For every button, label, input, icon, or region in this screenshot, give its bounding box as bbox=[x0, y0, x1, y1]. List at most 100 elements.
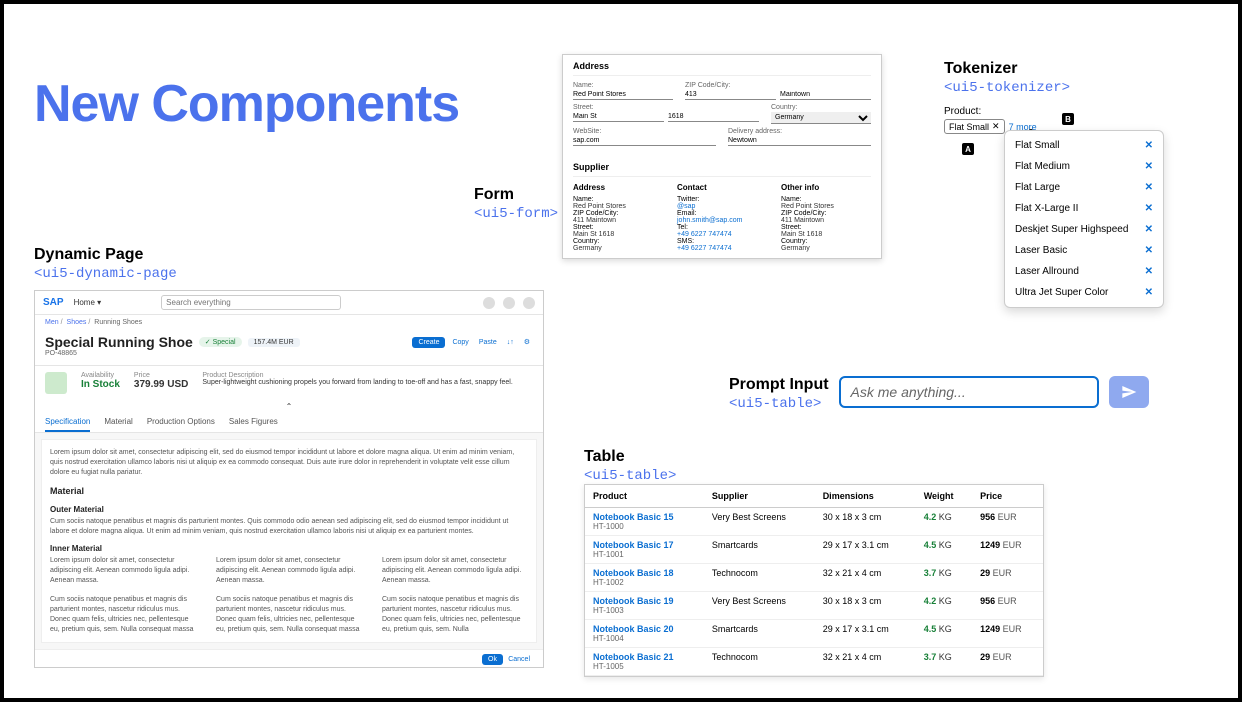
product-name[interactable]: Notebook Basic 17 bbox=[593, 540, 696, 550]
close-icon[interactable]: ✕ bbox=[1145, 287, 1153, 298]
popover-item[interactable]: Flat Small✕ bbox=[1005, 135, 1163, 156]
street-input[interactable] bbox=[573, 112, 664, 122]
home-menu[interactable]: Home ▾ bbox=[74, 298, 102, 307]
copy-button[interactable]: Copy bbox=[449, 337, 471, 348]
price-cell: 956 EUR bbox=[980, 512, 1017, 522]
tel-value[interactable]: +49 6227 747474 bbox=[677, 231, 767, 238]
close-icon[interactable]: ✕ bbox=[1145, 182, 1153, 193]
share-icon[interactable]: ↓↑ bbox=[504, 337, 517, 348]
cancel-button[interactable]: Cancel bbox=[505, 654, 533, 665]
supplier-cell: Technocom bbox=[704, 648, 815, 676]
close-icon[interactable]: ✕ bbox=[1145, 266, 1153, 277]
sap-logo: SAP bbox=[43, 297, 64, 308]
weight-cell: 4.2 KG bbox=[924, 512, 952, 522]
tokenizer-tag: <ui5-tokenizer> bbox=[944, 80, 1070, 96]
popover-item-label: Laser Basic bbox=[1015, 245, 1067, 256]
dimensions-cell: 32 x 21 x 4 cm bbox=[815, 648, 916, 676]
collapse-icon[interactable]: ⌃ bbox=[35, 400, 543, 413]
prompt-input[interactable]: Ask me anything... bbox=[839, 376, 1099, 408]
popover-item[interactable]: Deskjet Super Highspeed ✕ bbox=[1005, 219, 1163, 240]
crumb-shoes[interactable]: Shoes bbox=[67, 319, 87, 326]
product-name[interactable]: Notebook Basic 20 bbox=[593, 624, 696, 634]
table-section-label: Table <ui5-table> bbox=[584, 448, 676, 484]
outer-material-heading: Outer Material bbox=[50, 504, 528, 515]
close-icon[interactable]: ✕ bbox=[1145, 203, 1153, 214]
weight-cell: 3.7 KG bbox=[924, 568, 952, 578]
supplier-cell: Technocom bbox=[704, 564, 815, 592]
status-badge: ✓ Special bbox=[199, 337, 242, 347]
s-name-label: Name: bbox=[573, 196, 594, 203]
tab-sales[interactable]: Sales Figures bbox=[229, 417, 278, 432]
table-row[interactable]: Notebook Basic 15HT-1000 Very Best Scree… bbox=[585, 508, 1043, 536]
streetno-input[interactable] bbox=[668, 112, 759, 122]
ok-button[interactable]: Ok bbox=[482, 654, 503, 665]
name-input[interactable] bbox=[573, 90, 673, 100]
search-field[interactable] bbox=[161, 295, 341, 310]
twitter-label: Twitter: bbox=[677, 196, 700, 203]
notification-icon[interactable] bbox=[503, 297, 515, 309]
close-icon[interactable]: ✕ bbox=[1145, 224, 1153, 235]
product-code: HT-1004 bbox=[593, 634, 696, 643]
dynamic-page-card: SAP Home ▾ Men/ Shoes/ Running Shoes Spe… bbox=[34, 290, 544, 668]
popover-item[interactable]: Flat Medium✕ bbox=[1005, 156, 1163, 177]
product-name[interactable]: Notebook Basic 19 bbox=[593, 596, 696, 606]
bell-icon[interactable] bbox=[483, 297, 495, 309]
zip-input[interactable] bbox=[685, 90, 776, 100]
o-name-value: Red Point Stores bbox=[781, 203, 871, 210]
country-select[interactable]: Germany bbox=[771, 112, 871, 124]
paste-button[interactable]: Paste bbox=[476, 337, 500, 348]
token-flat-small[interactable]: Flat Small✕ bbox=[944, 119, 1005, 134]
sms-value[interactable]: +49 6227 747474 bbox=[677, 245, 767, 252]
city-input[interactable] bbox=[780, 90, 871, 100]
desc-label: Product Description bbox=[202, 372, 533, 379]
lorem-text: Lorem ipsum dolor sit amet, consectetur … bbox=[50, 448, 528, 477]
token-close-icon[interactable]: ✕ bbox=[992, 121, 1000, 132]
popover-item-label: Deskjet Super Highspeed bbox=[1015, 224, 1128, 235]
table-row[interactable]: Notebook Basic 21HT-1005 Technocom 32 x … bbox=[585, 648, 1043, 676]
product-name[interactable]: Notebook Basic 18 bbox=[593, 568, 696, 578]
s-zip-label: ZIP Code/City: bbox=[573, 210, 618, 217]
avatar[interactable] bbox=[523, 297, 535, 309]
settings-icon[interactable]: ⚙ bbox=[521, 336, 533, 348]
supplier-cell: Smartcards bbox=[704, 536, 815, 564]
search-input[interactable] bbox=[161, 295, 341, 310]
page-title: New Components bbox=[34, 74, 459, 134]
popover-item[interactable]: Ultra Jet Super Color✕ bbox=[1005, 282, 1163, 303]
table-row[interactable]: Notebook Basic 18HT-1002 Technocom 32 x … bbox=[585, 564, 1043, 592]
table-row[interactable]: Notebook Basic 20HT-1004 Smartcards 29 x… bbox=[585, 620, 1043, 648]
product-name[interactable]: Notebook Basic 21 bbox=[593, 652, 696, 662]
col1-p2: Cum sociis natoque penatibus et magnis d… bbox=[50, 595, 196, 634]
product-name[interactable]: Notebook Basic 15 bbox=[593, 512, 696, 522]
supplier-cell: Smartcards bbox=[704, 620, 815, 648]
tab-production[interactable]: Production Options bbox=[147, 417, 215, 432]
close-icon[interactable]: ✕ bbox=[1145, 161, 1153, 172]
send-button[interactable] bbox=[1109, 376, 1149, 408]
tab-material[interactable]: Material bbox=[104, 417, 132, 432]
table-row[interactable]: Notebook Basic 19HT-1003 Very Best Scree… bbox=[585, 592, 1043, 620]
price-value: 379.99 USD bbox=[134, 379, 188, 390]
delivery-input[interactable] bbox=[728, 136, 871, 146]
shellbar: SAP Home ▾ bbox=[35, 291, 543, 315]
table-row[interactable]: Notebook Basic 17HT-1001 Smartcards 29 x… bbox=[585, 536, 1043, 564]
crumb-men[interactable]: Men bbox=[45, 319, 59, 326]
popover-item[interactable]: Laser Basic ✕ bbox=[1005, 240, 1163, 261]
create-button[interactable]: Create bbox=[412, 337, 445, 348]
close-icon[interactable]: ✕ bbox=[1145, 245, 1153, 256]
popover-item[interactable]: Flat Large✕ bbox=[1005, 177, 1163, 198]
supplier-other-heading: Other info bbox=[781, 183, 871, 192]
website-input[interactable] bbox=[573, 136, 716, 146]
weight-cell: 3.7 KG bbox=[924, 652, 952, 662]
product-label: Product: bbox=[944, 106, 1070, 117]
twitter-value[interactable]: @sap bbox=[677, 203, 767, 210]
popover-item[interactable]: Flat X-Large II✕ bbox=[1005, 198, 1163, 219]
price-label: Price bbox=[134, 372, 188, 379]
outer-material-text: Cum sociis natoque penatibus et magnis d… bbox=[50, 517, 528, 537]
email-value[interactable]: john.smith@sap.com bbox=[677, 217, 767, 224]
popover-item[interactable]: Laser Allround✕ bbox=[1005, 261, 1163, 282]
col3-p2: Cum sociis natoque penatibus et magnis d… bbox=[382, 595, 528, 634]
close-icon[interactable]: ✕ bbox=[1145, 140, 1153, 151]
tab-specification[interactable]: Specification bbox=[45, 417, 90, 432]
col3-p1: Lorem ipsum dolor sit amet, consectetur … bbox=[382, 556, 528, 585]
product-code: HT-1001 bbox=[593, 550, 696, 559]
table-card: Product Supplier Dimensions Weight Price… bbox=[584, 484, 1044, 677]
